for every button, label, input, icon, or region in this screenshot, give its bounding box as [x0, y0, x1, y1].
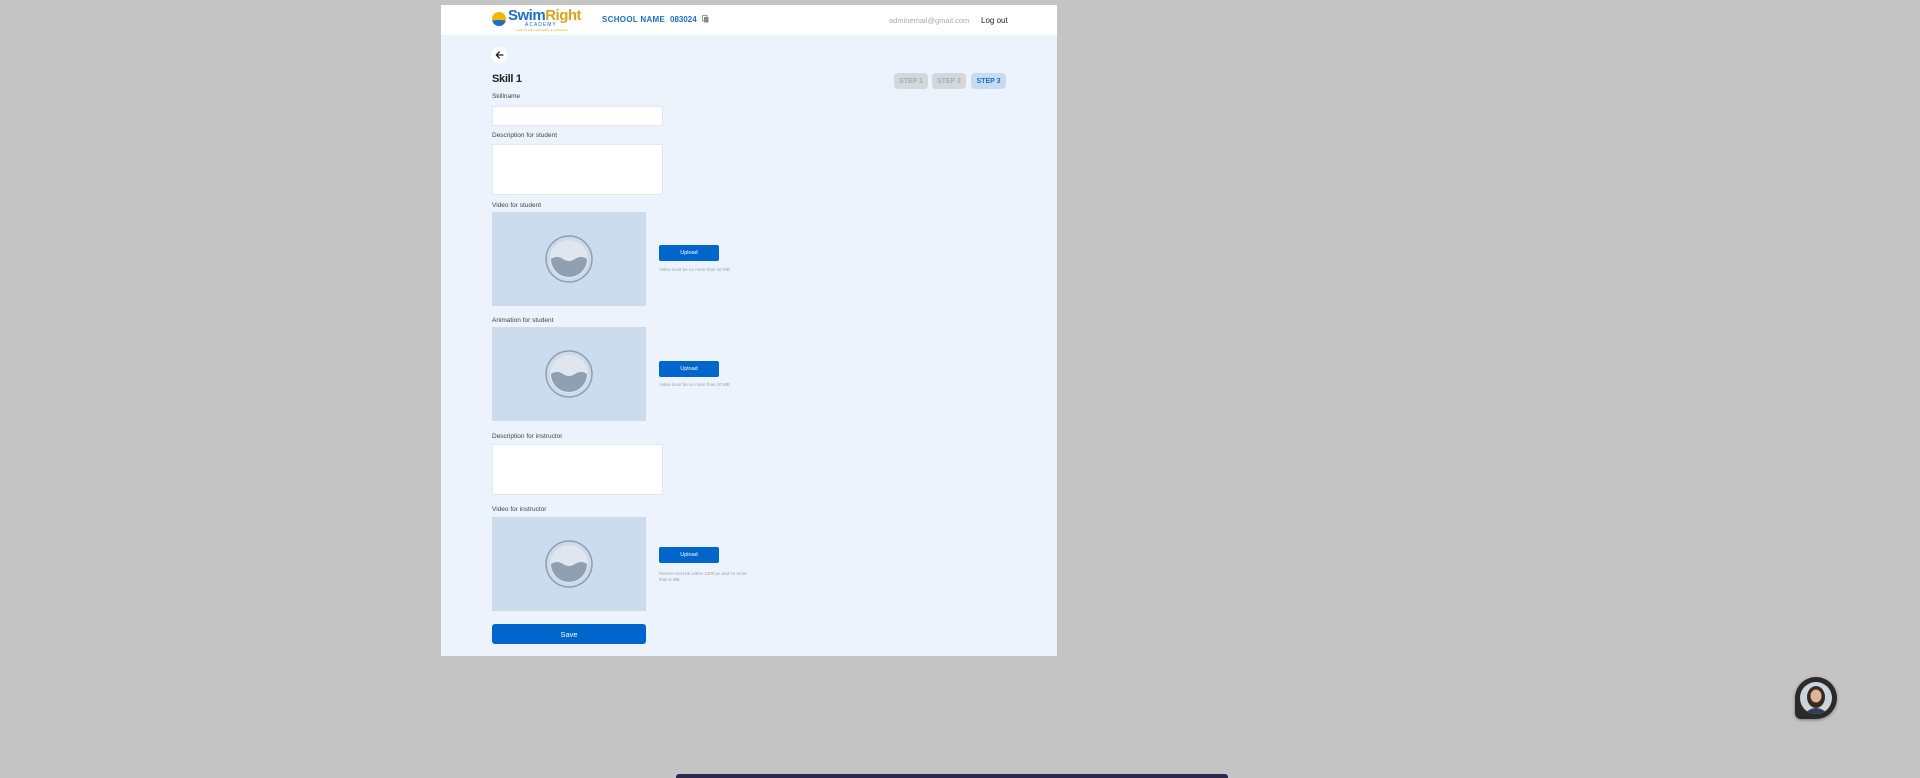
- step-2-badge[interactable]: STEP 2: [932, 73, 966, 89]
- description-instructor-textarea[interactable]: [492, 444, 663, 495]
- skill-name-input[interactable]: [492, 106, 663, 126]
- animation-student-label: Animation for student: [492, 317, 554, 324]
- description-student-textarea[interactable]: [492, 144, 663, 195]
- save-button[interactable]: Save: [492, 624, 646, 644]
- animation-student-preview: [492, 327, 646, 421]
- video-student-hint: Video must be no more than 10 MB: [659, 267, 730, 272]
- step-1-badge[interactable]: STEP 1: [894, 73, 928, 89]
- upload-video-student-button[interactable]: Upload: [659, 245, 719, 261]
- logo-tagline: Learn to swim with safety & confidence: [516, 28, 568, 32]
- description-instructor-label: Description for instructor: [492, 433, 563, 440]
- video-instructor-preview: [492, 517, 646, 611]
- back-button[interactable]: [491, 47, 507, 63]
- logo-sun-icon: [492, 12, 506, 26]
- arrow-left-icon: [495, 51, 504, 59]
- logo[interactable]: SwimRight ACADEMY Learn to swim with saf…: [492, 8, 584, 32]
- logo-brand: SwimRight: [508, 8, 582, 23]
- upload-animation-student-button[interactable]: Upload: [659, 361, 719, 377]
- video-instructor-hint: Picture must be within 1000 px and no mo…: [659, 571, 747, 582]
- chat-avatar-icon: [1800, 682, 1832, 714]
- logout-link[interactable]: Log out: [981, 16, 1008, 25]
- video-student-preview: [492, 212, 646, 306]
- video-student-label: Video for student: [492, 202, 542, 209]
- animation-student-hint: Video must be no more than 10 MB: [659, 382, 730, 387]
- upload-video-instructor-button[interactable]: Upload: [659, 547, 719, 563]
- description-student-label: Description for student: [492, 132, 558, 139]
- bottom-bar: [676, 774, 1228, 778]
- chat-widget-button[interactable]: [1795, 677, 1837, 719]
- water-wave-icon: [545, 350, 593, 398]
- header: SwimRight ACADEMY Learn to swim with saf…: [441, 5, 1057, 35]
- app-window: SwimRight ACADEMY Learn to swim with saf…: [441, 5, 1057, 656]
- copy-icon[interactable]: [702, 15, 709, 23]
- step-3-badge[interactable]: STEP 3: [971, 73, 1006, 89]
- water-wave-icon: [545, 540, 593, 588]
- skill-name-label: Skillname: [492, 93, 521, 100]
- user-email: adminemail@gmail.com: [889, 16, 970, 25]
- water-wave-icon: [545, 235, 593, 283]
- school-name[interactable]: SCHOOL NAME: [602, 15, 665, 24]
- page-title: Skill 1: [492, 73, 522, 85]
- video-instructor-label: Video for instructor: [492, 506, 547, 513]
- school-code: 083024: [670, 15, 697, 24]
